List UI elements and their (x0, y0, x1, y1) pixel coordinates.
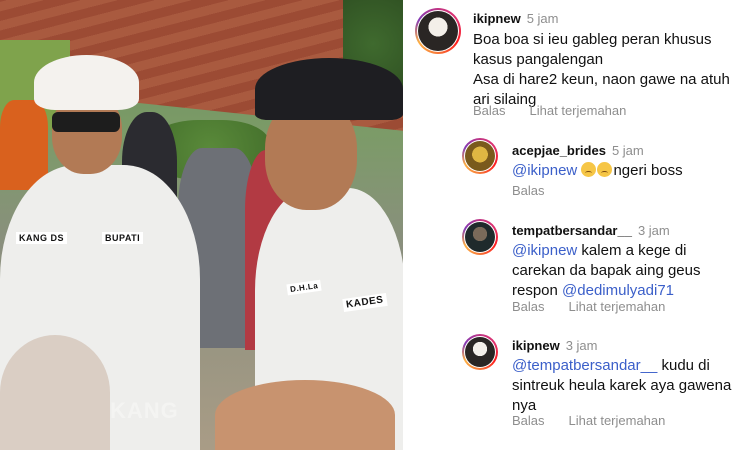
comment-text: @tempatbersandar__ kudu di sintreuk heul… (512, 356, 731, 416)
mention-link[interactable]: @ikipnew (512, 162, 577, 179)
black-cap (255, 58, 403, 120)
comment-username[interactable]: tempatbersandar__ (512, 223, 632, 238)
comment-text-line: kasus pangalengan (473, 51, 604, 68)
crying-face-emoji-icon (597, 162, 613, 177)
comment-username[interactable]: acepjae_brides (512, 143, 606, 158)
profile-avatar-icon[interactable] (462, 219, 498, 255)
reply-button[interactable]: Balas (512, 183, 545, 198)
profile-avatar-icon[interactable] (462, 138, 498, 174)
mention-link[interactable]: @tempatbersandar__ (512, 357, 657, 374)
comment-text-line: Boa boa si ieu gableg peran khusus (473, 31, 712, 48)
comment-text-line: carekan da bapak aing geus (512, 262, 701, 279)
comment-text-line: kalem a kege di (577, 242, 687, 259)
reply-button[interactable]: Balas (512, 299, 545, 314)
see-translation-button[interactable]: Lihat terjemahan (530, 103, 627, 118)
comment-text: Boa boa si ieu gableg peran khusus kasus… (473, 30, 730, 110)
comment-item: acepjae_brides 5 jam @ikipnew ngeri boss … (403, 135, 750, 205)
title-tag-bupati: BUPATI (102, 232, 144, 244)
comment-item: ikipnew 3 jam @tempatbersandar__ kudu di … (403, 330, 750, 445)
foreground-hand (215, 380, 395, 450)
profile-avatar-icon[interactable] (462, 334, 498, 370)
comment-text: @ikipnew kalem a kege di carekan da bapa… (512, 241, 700, 301)
see-translation-button[interactable]: Lihat terjemahan (569, 413, 666, 428)
comment-time: 5 jam (526, 11, 559, 26)
sunglasses (52, 112, 120, 132)
foreground-blur (0, 335, 110, 450)
video-frame[interactable]: KANG DS BUPATI D.H.La KADES KANG (0, 0, 403, 450)
comment-text-line: respon (512, 282, 563, 299)
watermark: KANG (110, 398, 179, 423)
comment-text-line: kudu di (657, 357, 710, 374)
name-tag-left: KANG DS (16, 232, 68, 244)
white-hat (34, 55, 139, 110)
reply-button[interactable]: Balas (512, 413, 545, 428)
mention-link[interactable]: @ikipnew (512, 242, 577, 259)
comment-text-line: sintreuk heula karek aya gawena (512, 377, 732, 394)
comment-username[interactable]: ikipnew (512, 338, 560, 353)
profile-avatar-icon[interactable] (415, 8, 461, 54)
crying-face-emoji-icon (581, 162, 597, 177)
comments-panel: ikipnew 5 jam Boa boa si ieu gableg peran… (403, 0, 750, 450)
comment-item: tempatbersandar__ 3 jam @ikipnew kalem a … (403, 215, 750, 320)
comment-text: @ikipnew ngeri boss (512, 161, 683, 181)
comment-text-line: Asa di hare2 keun, naon gawe na atuh (473, 71, 730, 88)
comment-username[interactable]: ikipnew (473, 11, 521, 26)
comment-text-body: ngeri boss (613, 162, 683, 179)
see-translation-button[interactable]: Lihat terjemahan (569, 299, 666, 314)
mention-link[interactable]: @dedimulyadi71 (562, 282, 674, 299)
comment-time: 5 jam (611, 143, 644, 158)
comment-item: ikipnew 5 jam Boa boa si ieu gableg peran… (403, 0, 750, 130)
comment-time: 3 jam (637, 223, 670, 238)
reply-button[interactable]: Balas (473, 103, 506, 118)
comment-time: 3 jam (565, 338, 598, 353)
